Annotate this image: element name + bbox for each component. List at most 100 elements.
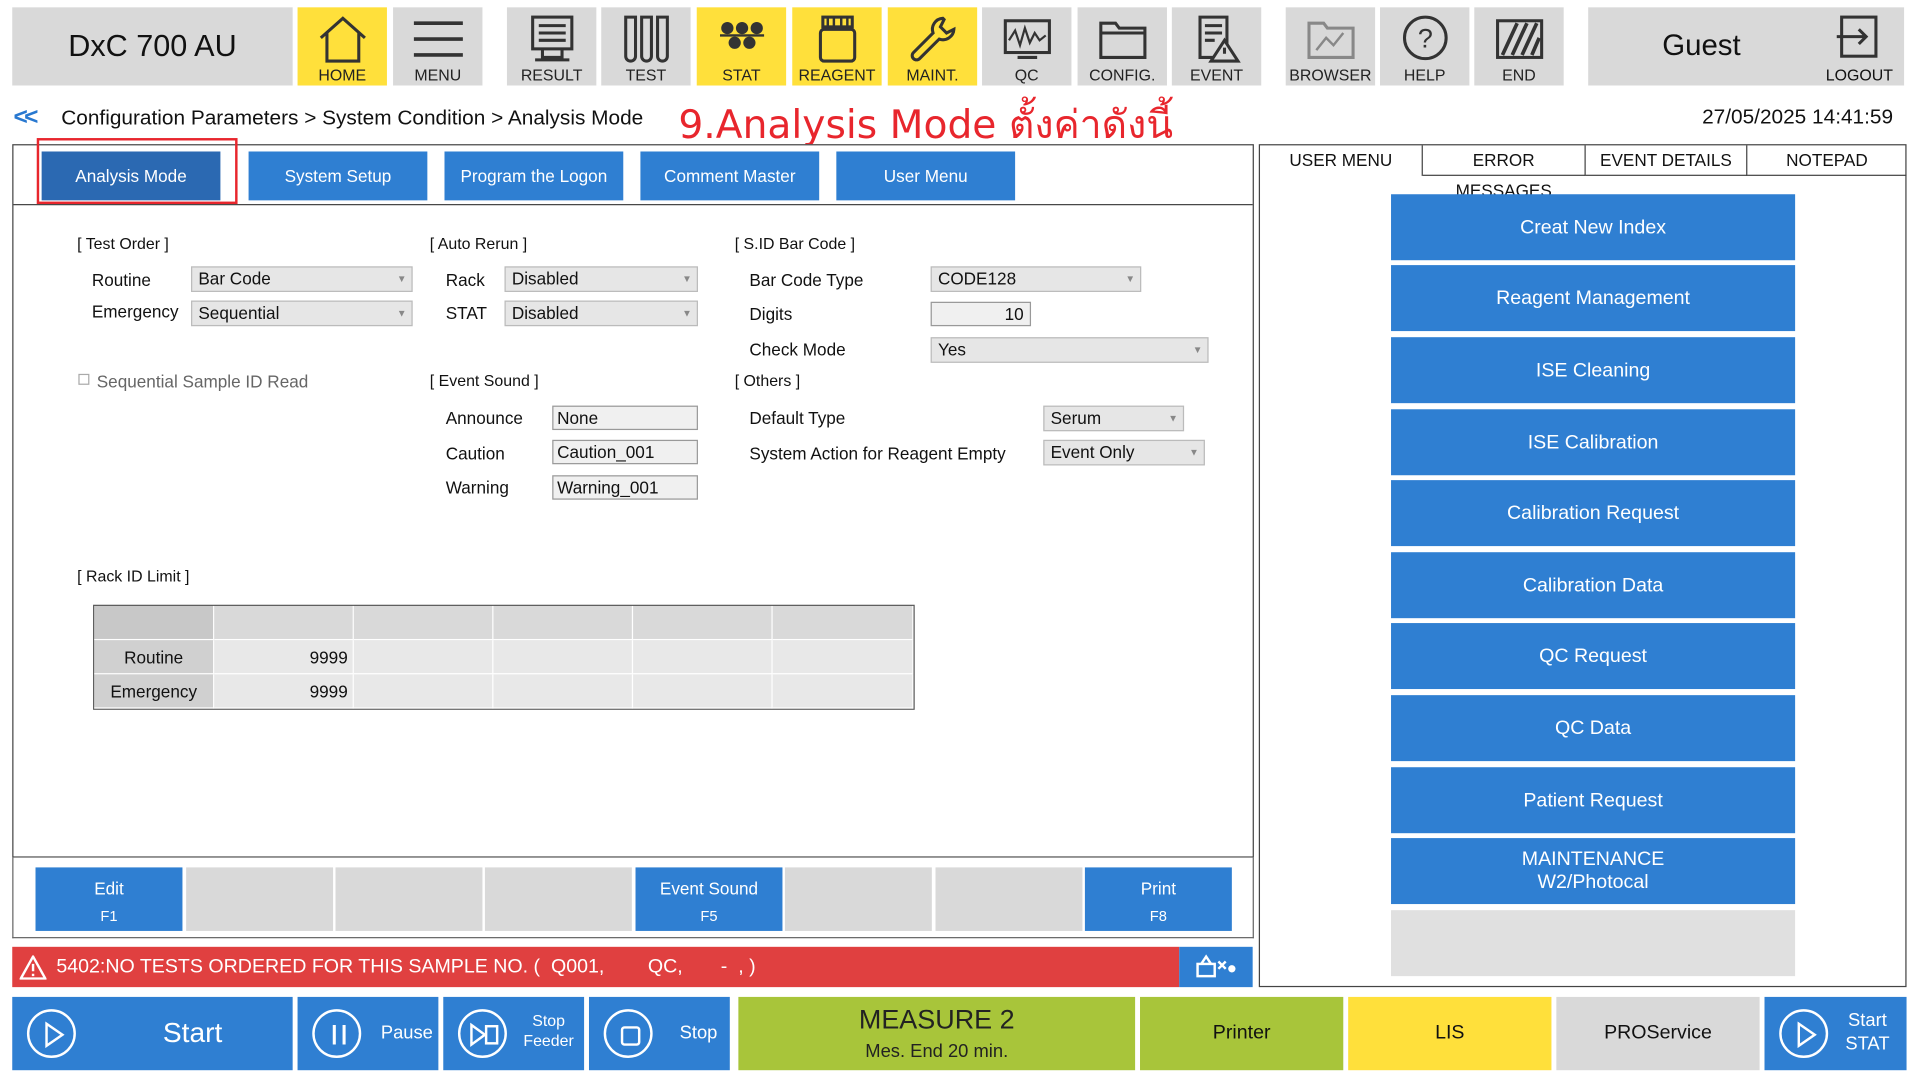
- reagent-empty-select[interactable]: Event Only ▼: [1043, 439, 1205, 466]
- f3-button[interactable]: [335, 867, 483, 931]
- announce-field[interactable]: None: [552, 405, 698, 431]
- start-button[interactable]: Start: [12, 996, 293, 1071]
- table-cell[interactable]: [493, 640, 634, 675]
- buzzer-off-icon: [1196, 954, 1236, 978]
- wrench-icon: [910, 16, 955, 62]
- print-f8-button[interactable]: Print F8: [1084, 867, 1232, 931]
- start-stat-button[interactable]: Start STAT: [1764, 996, 1907, 1071]
- f2-button[interactable]: [186, 867, 334, 931]
- back-button[interactable]: <<: [13, 104, 38, 132]
- seq-read-checkbox[interactable]: [78, 373, 90, 385]
- stop-feeder-button[interactable]: Stop Feeder: [443, 996, 585, 1071]
- tab-notepad[interactable]: NOTEPAD: [1747, 145, 1907, 176]
- table-cell[interactable]: [493, 674, 634, 709]
- barcode-type-select[interactable]: CODE128 ▼: [930, 266, 1142, 292]
- config-button[interactable]: CONFIG.: [1077, 7, 1167, 86]
- caution-field[interactable]: Caution_001: [552, 439, 698, 465]
- empty-menu-slot[interactable]: [1391, 910, 1796, 977]
- tab-error-messages[interactable]: ERROR MESSAGES: [1422, 145, 1586, 200]
- table-cell[interactable]: [633, 640, 773, 675]
- home-button[interactable]: HOME: [297, 7, 387, 86]
- user-panel: Guest LOGOUT: [1588, 7, 1905, 86]
- stat-button[interactable]: STAT: [696, 7, 787, 86]
- table-cell[interactable]: [772, 674, 914, 709]
- tab-user-menu-right[interactable]: USER MENU: [1260, 145, 1423, 176]
- emergency-limit-cell[interactable]: 9999: [214, 674, 354, 709]
- table-cell[interactable]: [353, 674, 494, 709]
- tab-system-setup[interactable]: System Setup: [248, 151, 428, 201]
- logout-icon: [1836, 15, 1878, 58]
- product-name: DxC 700 AU: [12, 7, 293, 86]
- result-button[interactable]: RESULT: [506, 7, 597, 86]
- patient-request-button[interactable]: Patient Request: [1391, 767, 1796, 834]
- others-title: [ Others ]: [734, 371, 801, 390]
- tab-comment-master[interactable]: Comment Master: [640, 151, 820, 201]
- folder-icon: [1098, 21, 1146, 59]
- svg-text:?: ?: [1417, 24, 1432, 54]
- default-type-select[interactable]: Serum ▼: [1043, 405, 1185, 432]
- table-cell[interactable]: [353, 640, 494, 675]
- qc-data-button[interactable]: QC Data: [1391, 695, 1796, 762]
- error-bar[interactable]: 5402:NO TESTS ORDERED FOR THIS SAMPLE NO…: [12, 946, 1180, 988]
- table-header-cell: [493, 605, 634, 641]
- logout-button[interactable]: LOGOUT: [1815, 7, 1904, 85]
- datetime: 27/05/2025 14:41:59: [1702, 105, 1894, 129]
- rack-label: Rack: [445, 269, 485, 290]
- stop-icon: [603, 1009, 653, 1058]
- calibration-request-button[interactable]: Calibration Request: [1391, 480, 1796, 547]
- warning-field[interactable]: Warning_001: [552, 475, 698, 500]
- check-mode-select[interactable]: Yes ▼: [930, 337, 1209, 363]
- edit-f1-button[interactable]: Edit F1: [35, 867, 183, 931]
- lis-status[interactable]: LIS: [1348, 996, 1552, 1071]
- create-new-index-button[interactable]: Creat New Index: [1391, 194, 1796, 261]
- routine-select[interactable]: Bar Code ▼: [191, 266, 413, 292]
- play-icon: [26, 1009, 76, 1058]
- reagent-button[interactable]: REAGENT: [792, 7, 882, 86]
- ise-calibration-button[interactable]: ISE Calibration: [1391, 409, 1796, 476]
- stop-button[interactable]: Stop: [588, 996, 730, 1071]
- test-button[interactable]: TEST: [601, 7, 691, 86]
- end-button[interactable]: END: [1474, 7, 1564, 86]
- help-button[interactable]: ? HELP: [1380, 7, 1470, 86]
- qc-button[interactable]: QC: [982, 7, 1072, 86]
- rack-id-table: Routine 9999 Emergency 9999: [93, 604, 915, 710]
- dropdown-arrow-icon: ▼: [396, 307, 407, 319]
- rack-select[interactable]: Disabled ▼: [504, 266, 698, 292]
- reagent-management-button[interactable]: Reagent Management: [1391, 265, 1796, 332]
- result-icon: [530, 15, 573, 62]
- test-order-title: [ Test Order ]: [77, 234, 169, 253]
- table-header-cell: [772, 605, 914, 641]
- end-icon: [1495, 19, 1543, 59]
- routine-limit-cell[interactable]: 9999: [214, 640, 354, 675]
- event-sound-f5-button[interactable]: Event Sound F5: [635, 867, 783, 931]
- dropdown-arrow-icon: ▼: [1168, 412, 1178, 424]
- tab-user-menu[interactable]: User Menu: [836, 151, 1016, 201]
- emergency-label: Emergency: [91, 301, 179, 322]
- error-buzzer-button[interactable]: [1179, 946, 1253, 988]
- ise-cleaning-button[interactable]: ISE Cleaning: [1391, 337, 1796, 404]
- f4-button[interactable]: [484, 867, 632, 931]
- f7-button[interactable]: [935, 867, 1083, 931]
- stat-select[interactable]: Disabled ▼: [504, 300, 698, 327]
- menu-button[interactable]: MENU: [393, 7, 483, 86]
- f6-button[interactable]: [784, 867, 932, 931]
- table-cell[interactable]: [772, 640, 914, 675]
- maint-button[interactable]: MAINT.: [887, 7, 978, 86]
- qc-request-button[interactable]: QC Request: [1391, 623, 1796, 690]
- pause-button[interactable]: Pause: [297, 996, 439, 1071]
- event-button[interactable]: EVENT: [1171, 7, 1262, 86]
- tab-event-details[interactable]: EVENT DETAILS: [1585, 145, 1748, 176]
- table-cell[interactable]: [633, 674, 773, 709]
- sid-barcode-title: [ S.ID Bar Code ]: [734, 234, 856, 253]
- menu-icon: [413, 21, 463, 57]
- proservice-status[interactable]: PROService: [1556, 996, 1760, 1071]
- tab-program-logon[interactable]: Program the Logon: [444, 151, 624, 201]
- printer-status[interactable]: Printer: [1140, 996, 1344, 1071]
- emergency-select[interactable]: Sequential ▼: [191, 300, 413, 327]
- dropdown-arrow-icon: ▼: [682, 273, 692, 285]
- maintenance-photocal-button[interactable]: MAINTENANCE W2/Photocal: [1391, 838, 1796, 905]
- browser-button[interactable]: BROWSER: [1285, 7, 1376, 86]
- calibration-data-button[interactable]: Calibration Data: [1391, 552, 1796, 619]
- digits-field[interactable]: 10: [930, 301, 1032, 327]
- stat-icon: [719, 21, 764, 49]
